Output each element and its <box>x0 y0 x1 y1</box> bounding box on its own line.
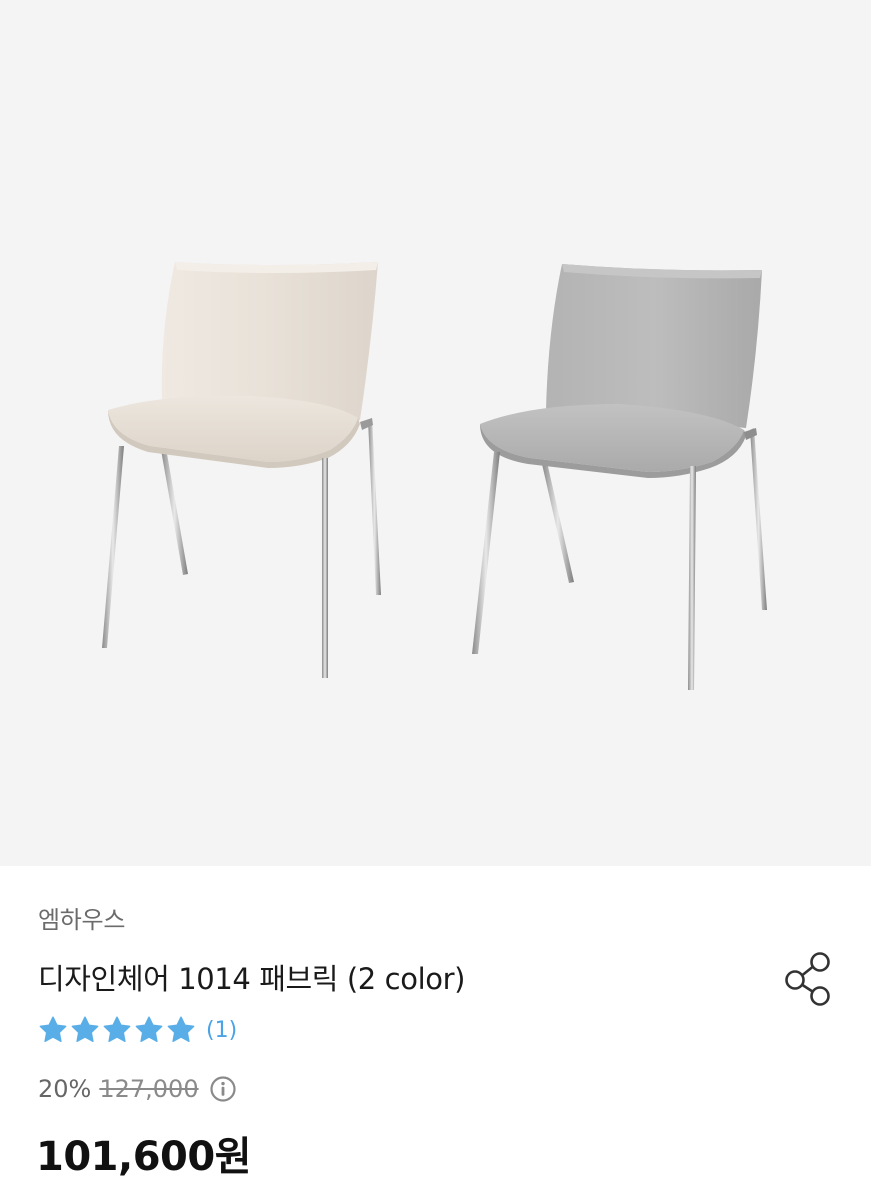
discount-row: 20% 127,000 <box>38 1072 237 1106</box>
share-button[interactable] <box>782 950 834 1006</box>
discount-percent: 20% <box>38 1075 92 1103</box>
beige-chair <box>102 262 381 678</box>
share-icon <box>785 952 830 1006</box>
original-price: 127,000 <box>99 1075 199 1103</box>
star-icon <box>71 1016 99 1042</box>
info-circle-icon[interactable] <box>209 1075 237 1103</box>
star-icon <box>103 1016 131 1042</box>
review-count-link[interactable]: (1) <box>206 1018 237 1043</box>
star-icon <box>39 1016 67 1042</box>
product-image[interactable] <box>0 0 871 866</box>
star-icon <box>167 1016 195 1042</box>
rating-row: (1) <box>38 1014 237 1046</box>
grey-chair <box>472 264 767 690</box>
sale-price: 101,600원 <box>36 1134 252 1180</box>
product-title: 디자인체어 1014 패브릭 (2 color) <box>38 962 466 996</box>
star-rating[interactable] <box>38 1015 196 1045</box>
star-icon <box>135 1016 163 1042</box>
product-photo-chairs <box>102 262 767 690</box>
brand-name[interactable]: 엠하우스 <box>38 900 125 935</box>
product-info-panel: 엠하우스 디자인체어 1014 패브릭 (2 color) (1) 20% 12… <box>0 866 871 1200</box>
